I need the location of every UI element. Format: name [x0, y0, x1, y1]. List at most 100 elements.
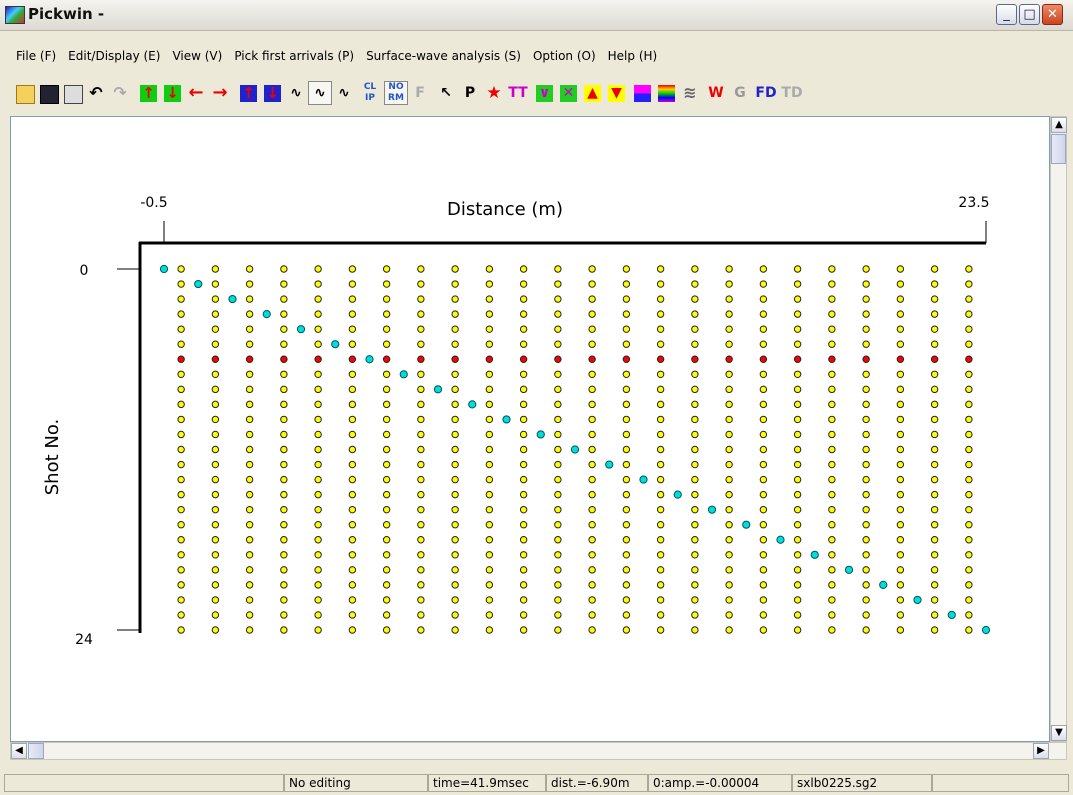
receiver-point	[417, 265, 425, 273]
title-bar[interactable]: Pickwin - _ □ ✕	[0, 0, 1073, 31]
wave-icon[interactable]: ≋	[678, 81, 702, 105]
receiver-point	[793, 626, 802, 634]
down-arrow-green-icon[interactable]: ↓	[160, 81, 184, 105]
receiver-point	[622, 430, 631, 439]
up-arrow-green-icon[interactable]: ↑	[136, 81, 160, 105]
receiver-point	[759, 400, 768, 409]
maximize-button[interactable]: □	[1019, 4, 1040, 25]
shot-point	[399, 370, 408, 379]
receiver-point	[554, 536, 562, 544]
td-icon[interactable]: TD	[780, 81, 804, 105]
receiver-point	[656, 265, 665, 273]
receiver-point	[417, 460, 425, 469]
receiver-point	[245, 370, 254, 378]
receiver-point	[554, 430, 562, 439]
menu-option-5[interactable]: Option (O)	[527, 45, 602, 67]
receiver-point	[245, 536, 254, 544]
menu-surfacewave-4[interactable]: Surface-wave analysis (S)	[360, 45, 527, 67]
print-icon[interactable]	[60, 81, 84, 105]
wiggle-variable-icon[interactable]: ∿	[332, 81, 356, 105]
shot-point	[331, 340, 340, 349]
receiver-point	[177, 370, 185, 378]
close-button[interactable]: ✕	[1042, 4, 1063, 25]
pick-icon[interactable]: P	[458, 81, 482, 105]
receiver-point	[245, 460, 254, 469]
receiver-point	[314, 400, 322, 409]
horizontal-scrollbar[interactable]: ◀ ▶	[10, 742, 1067, 760]
menu-help-6[interactable]: Help (H)	[602, 45, 664, 67]
menu-view-2[interactable]: View (V)	[166, 45, 228, 67]
pointer-icon[interactable]: ↖	[434, 81, 458, 105]
filter-icon[interactable]: F	[408, 81, 432, 105]
horizontal-scroll-thumb[interactable]	[28, 743, 44, 759]
rainbow-icon[interactable]	[654, 81, 678, 105]
undo-icon[interactable]: ↶	[84, 81, 108, 105]
vertical-scrollbar[interactable]: ▲ ▼	[1050, 116, 1067, 742]
norm-icon[interactable]: NO RM	[384, 81, 408, 105]
receiver-point	[656, 521, 665, 529]
receiver-point	[314, 551, 322, 559]
shot-point	[879, 580, 888, 589]
down-arrow-blue-icon[interactable]: ↓	[260, 81, 284, 105]
cross-icon[interactable]: ✕	[556, 81, 580, 105]
selected-receiver-point	[519, 355, 528, 363]
wiggle-fill-icon[interactable]: ∿	[308, 81, 332, 105]
receiver-point	[725, 310, 733, 318]
star-icon[interactable]: ★	[482, 81, 506, 105]
right-arrow-red-icon[interactable]: →	[208, 81, 232, 105]
receiver-point	[656, 295, 665, 303]
up-arrow-blue-icon[interactable]: ↑	[236, 81, 260, 105]
menu-pick-3[interactable]: Pick first arrivals (P)	[228, 45, 360, 67]
green-check-icon[interactable]: ∨	[532, 81, 556, 105]
receiver-point	[211, 536, 220, 544]
redo-icon[interactable]: ↷	[108, 81, 132, 105]
w-icon[interactable]: W	[704, 81, 728, 105]
clip-icon[interactable]: CL IP	[358, 81, 382, 105]
receiver-point	[348, 551, 357, 559]
receiver-point	[862, 505, 870, 514]
receiver-point	[519, 400, 528, 409]
receiver-point	[314, 310, 322, 318]
receiver-point	[725, 521, 733, 529]
color-bar-icon[interactable]	[630, 81, 654, 105]
receiver-point	[485, 415, 494, 424]
receiver-point	[691, 280, 699, 288]
minimize-button[interactable]: _	[996, 4, 1017, 25]
triangle-up-icon[interactable]: ▲	[580, 81, 604, 105]
receiver-point	[417, 370, 425, 378]
receiver-point	[759, 566, 768, 574]
plot-area[interactable]: -0.5 Distance (m) 23.5 0 24 Shot No.	[10, 116, 1050, 742]
fd-icon[interactable]: FD	[754, 81, 778, 105]
receiver-point	[828, 370, 836, 378]
tt-icon[interactable]: TT	[506, 81, 530, 105]
triangle-down-icon[interactable]: ▼	[604, 81, 628, 105]
receiver-point	[280, 596, 288, 604]
menu-editdisplay-1[interactable]: Edit/Display (E)	[62, 45, 166, 67]
g-icon[interactable]: G	[728, 81, 752, 105]
receiver-point	[451, 490, 459, 499]
scroll-up-button[interactable]: ▲	[1051, 117, 1067, 133]
receiver-point	[930, 430, 939, 439]
receiver-point	[211, 581, 220, 589]
save-icon[interactable]	[36, 81, 60, 105]
vertical-scroll-thumb[interactable]	[1051, 134, 1066, 164]
wiggle-icon[interactable]: ∿	[284, 81, 308, 105]
menu-file-0[interactable]: File (F)	[10, 45, 62, 67]
left-arrow-red-icon[interactable]: ←	[184, 81, 208, 105]
receiver-point	[896, 566, 905, 574]
receiver-point	[793, 460, 802, 469]
scroll-down-button[interactable]: ▼	[1051, 725, 1067, 741]
receiver-point	[793, 400, 802, 409]
receiver-point	[896, 521, 905, 529]
receiver-point	[691, 295, 699, 303]
receiver-point	[656, 490, 665, 499]
receiver-point	[896, 490, 905, 499]
receiver-point	[280, 310, 288, 318]
scroll-right-button[interactable]: ▶	[1033, 743, 1049, 759]
receiver-point	[930, 370, 939, 378]
scroll-left-button[interactable]: ◀	[11, 743, 27, 759]
receiver-point	[519, 490, 528, 499]
receiver-point	[656, 536, 665, 544]
open-icon[interactable]	[12, 81, 36, 105]
receiver-point	[177, 280, 185, 288]
